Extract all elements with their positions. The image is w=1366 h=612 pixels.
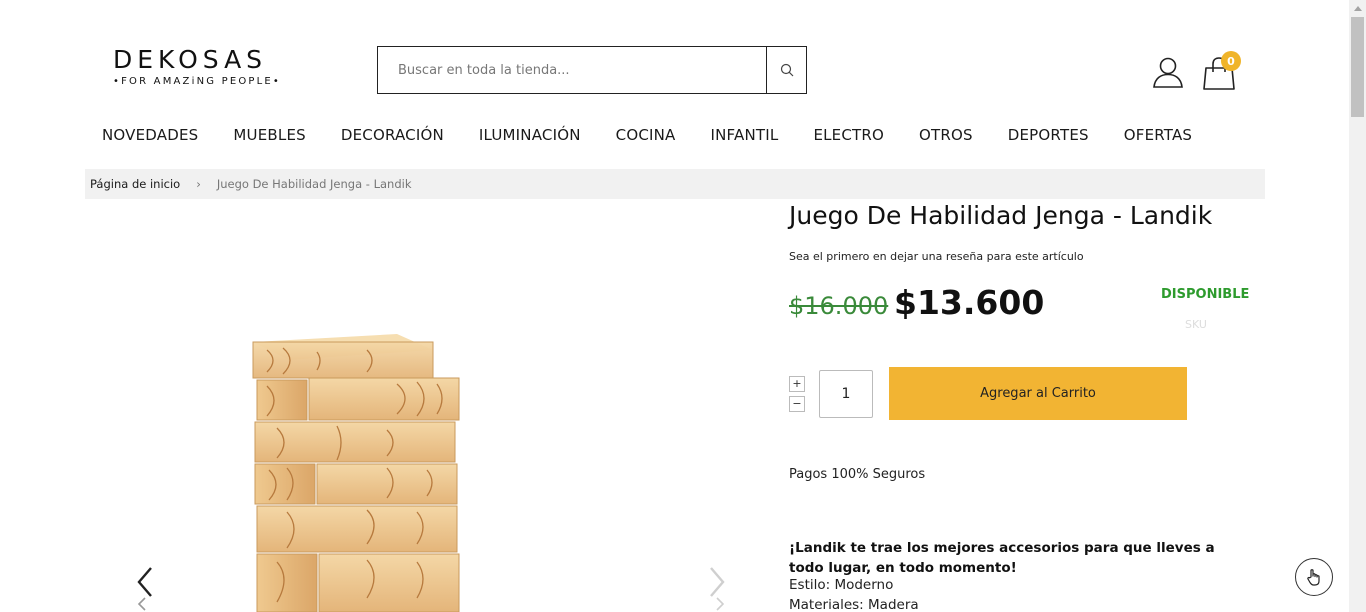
search-bar	[377, 46, 807, 94]
scrollbar-thumb[interactable]	[1351, 17, 1364, 117]
quantity-increment-button[interactable]: +	[789, 376, 805, 392]
write-review-link[interactable]: Sea el primero en dejar una reseña para …	[789, 250, 1084, 263]
product-gallery	[85, 200, 775, 612]
cart-button[interactable]: 0	[1203, 51, 1243, 90]
quantity-input[interactable]	[819, 370, 873, 418]
nav-item-cocina[interactable]: COCINA	[616, 126, 676, 146]
logo-wordmark: DEKOSAS	[113, 45, 268, 74]
product-title: Juego De Habilidad Jenga - Landik	[789, 201, 1213, 230]
hand-pointer-icon	[1307, 569, 1320, 586]
scroll-up-arrow[interactable]	[1349, 0, 1366, 17]
search-button[interactable]	[766, 47, 806, 93]
product-image[interactable]	[247, 322, 467, 612]
search-input[interactable]	[378, 47, 766, 93]
accessibility-button[interactable]	[1295, 558, 1333, 596]
nav-item-infantil[interactable]: INFANTIL	[711, 126, 779, 146]
nav-item-muebles[interactable]: MUEBLES	[233, 126, 305, 146]
old-price: $16.000	[789, 292, 889, 320]
logo[interactable]: DEKOSAS •FOR AMAZiNG PEOPLE•	[113, 46, 293, 94]
nav-item-deportes[interactable]: DEPORTES	[1008, 126, 1089, 146]
search-icon	[780, 63, 793, 77]
user-icon	[1153, 57, 1183, 88]
nav-item-otros[interactable]: OTROS	[919, 126, 973, 146]
breadcrumb-separator: ›	[196, 177, 201, 191]
description-style: Estilo: Moderno	[789, 577, 894, 593]
availability-status: DISPONIBLE	[1161, 287, 1250, 302]
current-price: $13.600	[894, 283, 1045, 322]
nav-item-iluminacion[interactable]: ILUMINACIÓN	[479, 126, 581, 146]
breadcrumb-current: Juego De Habilidad Jenga - Landik	[216, 177, 412, 191]
nav-item-decoracion[interactable]: DECORACIÓN	[341, 126, 444, 146]
breadcrumb-home-link[interactable]: Página de inicio	[90, 177, 180, 191]
logo-tagline: •FOR AMAZiNG PEOPLE•	[113, 76, 282, 87]
nav-item-electro[interactable]: ELECTRO	[813, 126, 884, 146]
secure-payments-text: Pagos 100% Seguros	[789, 467, 926, 482]
nav-item-ofertas[interactable]: OFERTAS	[1124, 126, 1192, 146]
nav-item-novedades[interactable]: NOVEDADES	[102, 126, 198, 146]
account-button[interactable]	[1152, 56, 1184, 88]
cart-count-badge: 0	[1221, 51, 1241, 71]
description-materials: Materiales: Madera	[789, 597, 919, 612]
add-to-cart-button[interactable]: Agregar al Carrito	[889, 367, 1187, 420]
main-nav: NOVEDADES MUEBLES DECORACIÓN ILUMINACIÓN…	[102, 126, 1227, 146]
page-scrollbar[interactable]	[1349, 0, 1366, 612]
description-headline: ¡Landik te trae los mejores accesorios p…	[789, 540, 1215, 576]
sku-label: SKU	[1185, 318, 1207, 331]
quantity-decrement-button[interactable]: −	[789, 396, 805, 412]
gallery-prev-button[interactable]	[135, 566, 159, 612]
page: DEKOSAS •FOR AMAZiNG PEOPLE• 0 NOVEDADES…	[0, 0, 1349, 612]
caret-up-icon	[1353, 6, 1362, 11]
breadcrumb: Página de inicio › Juego De Habilidad Je…	[85, 169, 1265, 199]
gallery-next-button[interactable]	[705, 566, 729, 612]
